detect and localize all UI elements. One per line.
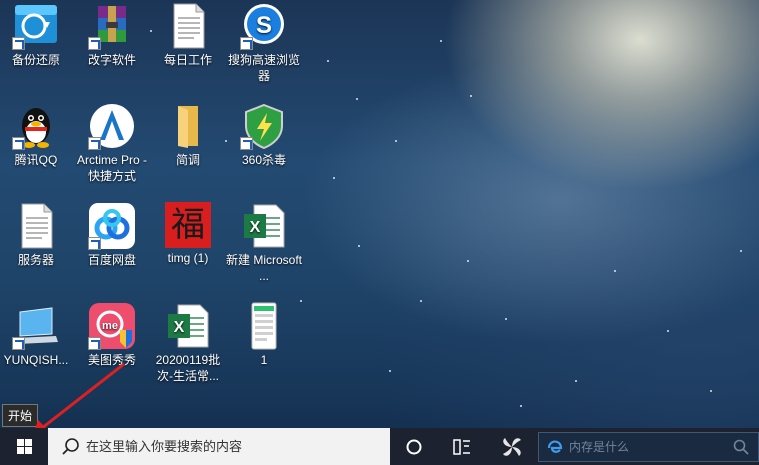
- cortana-circle-icon: [406, 439, 422, 454]
- excel-icon: X: [164, 302, 212, 350]
- shortcut-arrow-icon: [240, 137, 253, 150]
- desktop-icon-label: YUNQISH...: [3, 353, 69, 367]
- desktop-icon-backup-restore[interactable]: 备份还原: [0, 2, 74, 68]
- desktop-icon-20200119-excel[interactable]: X 20200119批次-生活常...: [150, 302, 226, 384]
- folder-icon: [164, 102, 212, 150]
- desktop-icon-label: 备份还原: [11, 53, 60, 67]
- shortcut-arrow-icon: [12, 337, 25, 350]
- sogou-browser-icon: S: [240, 2, 288, 50]
- desktop-icon-360-antivirus[interactable]: 360杀毒: [226, 102, 302, 168]
- desktop-icon-label: Arctime Pro - 快捷方式: [76, 153, 147, 183]
- desktop-icon-label: 腾讯QQ: [14, 153, 58, 167]
- meitu-icon: me: [88, 302, 136, 350]
- desktop-icon-label: 每日工作: [163, 53, 212, 67]
- desktop-icon-label: 新建 Microsoft ...: [226, 253, 303, 283]
- start-button[interactable]: [0, 428, 48, 465]
- shortcut-arrow-icon: [88, 137, 101, 150]
- shortcut-arrow-icon: [88, 37, 101, 50]
- pinned-app-button[interactable]: [488, 428, 536, 465]
- shortcut-arrow-icon: [12, 137, 25, 150]
- fu-character: 福: [171, 205, 205, 245]
- ie-search-box[interactable]: [538, 432, 759, 462]
- svg-text:me: me: [102, 320, 118, 332]
- desktop-icon-yunqish[interactable]: YUNQISH...: [0, 302, 74, 368]
- phone-screenshot-icon: [240, 302, 288, 350]
- text-document-icon: [12, 202, 60, 250]
- task-view-icon: [453, 438, 470, 455]
- desktop-icon-label: 美图秀秀: [87, 353, 136, 367]
- desktop-icon-server[interactable]: 服务器: [0, 202, 74, 268]
- shortcut-arrow-icon: [88, 337, 101, 350]
- backup-restore-icon: [12, 2, 60, 50]
- baidu-netdisk-icon: [88, 202, 136, 250]
- ie-logo-icon: [547, 440, 563, 453]
- qq-penguin-icon: [12, 102, 60, 150]
- desktop-icon-label: timg (1): [167, 251, 209, 265]
- desktop-icon-1[interactable]: 1: [226, 302, 302, 368]
- computer-icon: [12, 302, 60, 350]
- shortcut-arrow-icon: [12, 37, 25, 50]
- fu-image-icon: 福: [165, 202, 211, 248]
- text-document-icon: [164, 2, 212, 50]
- desktop-icon-sogou-browser[interactable]: S 搜狗高速浏览器: [226, 2, 302, 84]
- svg-text:S: S: [256, 12, 272, 39]
- search-input[interactable]: [86, 439, 366, 454]
- taskbar: [0, 428, 759, 465]
- excel-icon: X: [240, 202, 288, 250]
- desktop-icon-new-excel[interactable]: X 新建 Microsoft ...: [226, 202, 302, 284]
- desktop-icon-label: 1: [260, 353, 268, 367]
- search-icon[interactable]: [732, 438, 750, 456]
- desktop-icon-tencent-qq[interactable]: 腾讯QQ: [0, 102, 74, 168]
- desktop-icon-label: 20200119批次-生活常...: [155, 353, 221, 383]
- desktop-icon-jiandiao-folder[interactable]: 简调: [150, 102, 226, 168]
- pinwheel-app-icon: [503, 437, 521, 456]
- desktop-icon-font-software[interactable]: 改字软件: [74, 2, 150, 68]
- svg-text:X: X: [174, 319, 185, 336]
- task-view-button[interactable]: [438, 428, 486, 465]
- 360-antivirus-icon: [240, 102, 288, 150]
- desktop-icon-label: 搜狗高速浏览器: [227, 53, 300, 83]
- desktop-icon-daily-work[interactable]: 每日工作: [150, 2, 226, 68]
- cortana-button[interactable]: [390, 428, 438, 465]
- desktop-icon-timg[interactable]: 福 timg (1): [150, 202, 226, 266]
- desktop-icon-label: 改字软件: [87, 53, 136, 67]
- shortcut-arrow-icon: [88, 237, 101, 250]
- taskbar-search-box[interactable]: [48, 428, 390, 465]
- desktop-icon-meitu[interactable]: me 美图秀秀: [74, 302, 150, 368]
- desktop-icon-label: 简调: [175, 153, 200, 167]
- windows-logo-icon: [16, 439, 32, 454]
- shortcut-arrow-icon: [240, 37, 253, 50]
- desktop-icon-label: 360杀毒: [241, 153, 287, 167]
- search-icon: [60, 436, 82, 458]
- svg-text:X: X: [250, 219, 261, 236]
- desktop-icon-label: 服务器: [17, 253, 54, 267]
- desktop-icon-arctime[interactable]: Arctime Pro - 快捷方式: [74, 102, 150, 184]
- ie-search-input[interactable]: [569, 440, 729, 454]
- winrar-archive-icon: [88, 2, 136, 50]
- start-tooltip: 开始: [2, 404, 39, 427]
- desktop-icon-baidu-netdisk[interactable]: 百度网盘: [74, 202, 150, 268]
- arctime-icon: [88, 102, 136, 150]
- desktop-icon-label: 百度网盘: [87, 253, 136, 267]
